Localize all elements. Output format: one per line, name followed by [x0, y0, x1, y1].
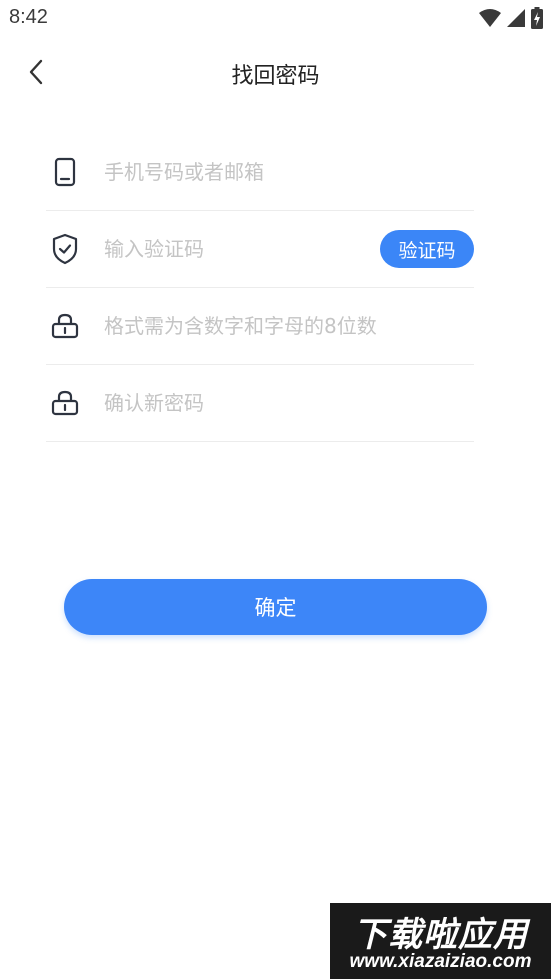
account-row: [46, 134, 474, 211]
screen: 8:42 找回密码 手机号码或者邮箱 输入验证码 验证码 确定 下载啦应用 ww…: [0, 0, 551, 979]
get-code-button[interactable]: 验证码: [380, 230, 474, 268]
confirm-password-row: [46, 365, 474, 442]
lock-icon: [48, 386, 82, 420]
status-icons: [479, 7, 543, 33]
page-title: 找回密码: [231, 64, 320, 89]
confirm-button[interactable]: 确定: [64, 579, 487, 635]
shield-check-icon: [48, 232, 82, 266]
watermark-url-text: www.xiazaiziao.com: [349, 951, 532, 972]
code-row: 验证码: [46, 211, 474, 288]
reset-password-form: 验证码: [46, 134, 474, 442]
lock-icon: [48, 309, 82, 343]
confirm-password-input[interactable]: [104, 383, 474, 423]
header: 找回密码: [0, 48, 551, 100]
status-bar: 8:42: [0, 0, 551, 36]
account-input[interactable]: [104, 152, 474, 192]
status-time: 8:42: [9, 6, 48, 28]
battery-charging-icon: [531, 7, 543, 33]
watermark-logo: 下载啦应用 www.xiazaiziao.com: [330, 903, 551, 979]
wifi-icon: [479, 8, 501, 32]
signal-icon: [507, 8, 525, 32]
phone-icon: [48, 155, 82, 189]
watermark-main-text: 下载啦应用: [353, 915, 528, 955]
password-row: [46, 288, 474, 365]
new-password-input[interactable]: [104, 306, 474, 346]
